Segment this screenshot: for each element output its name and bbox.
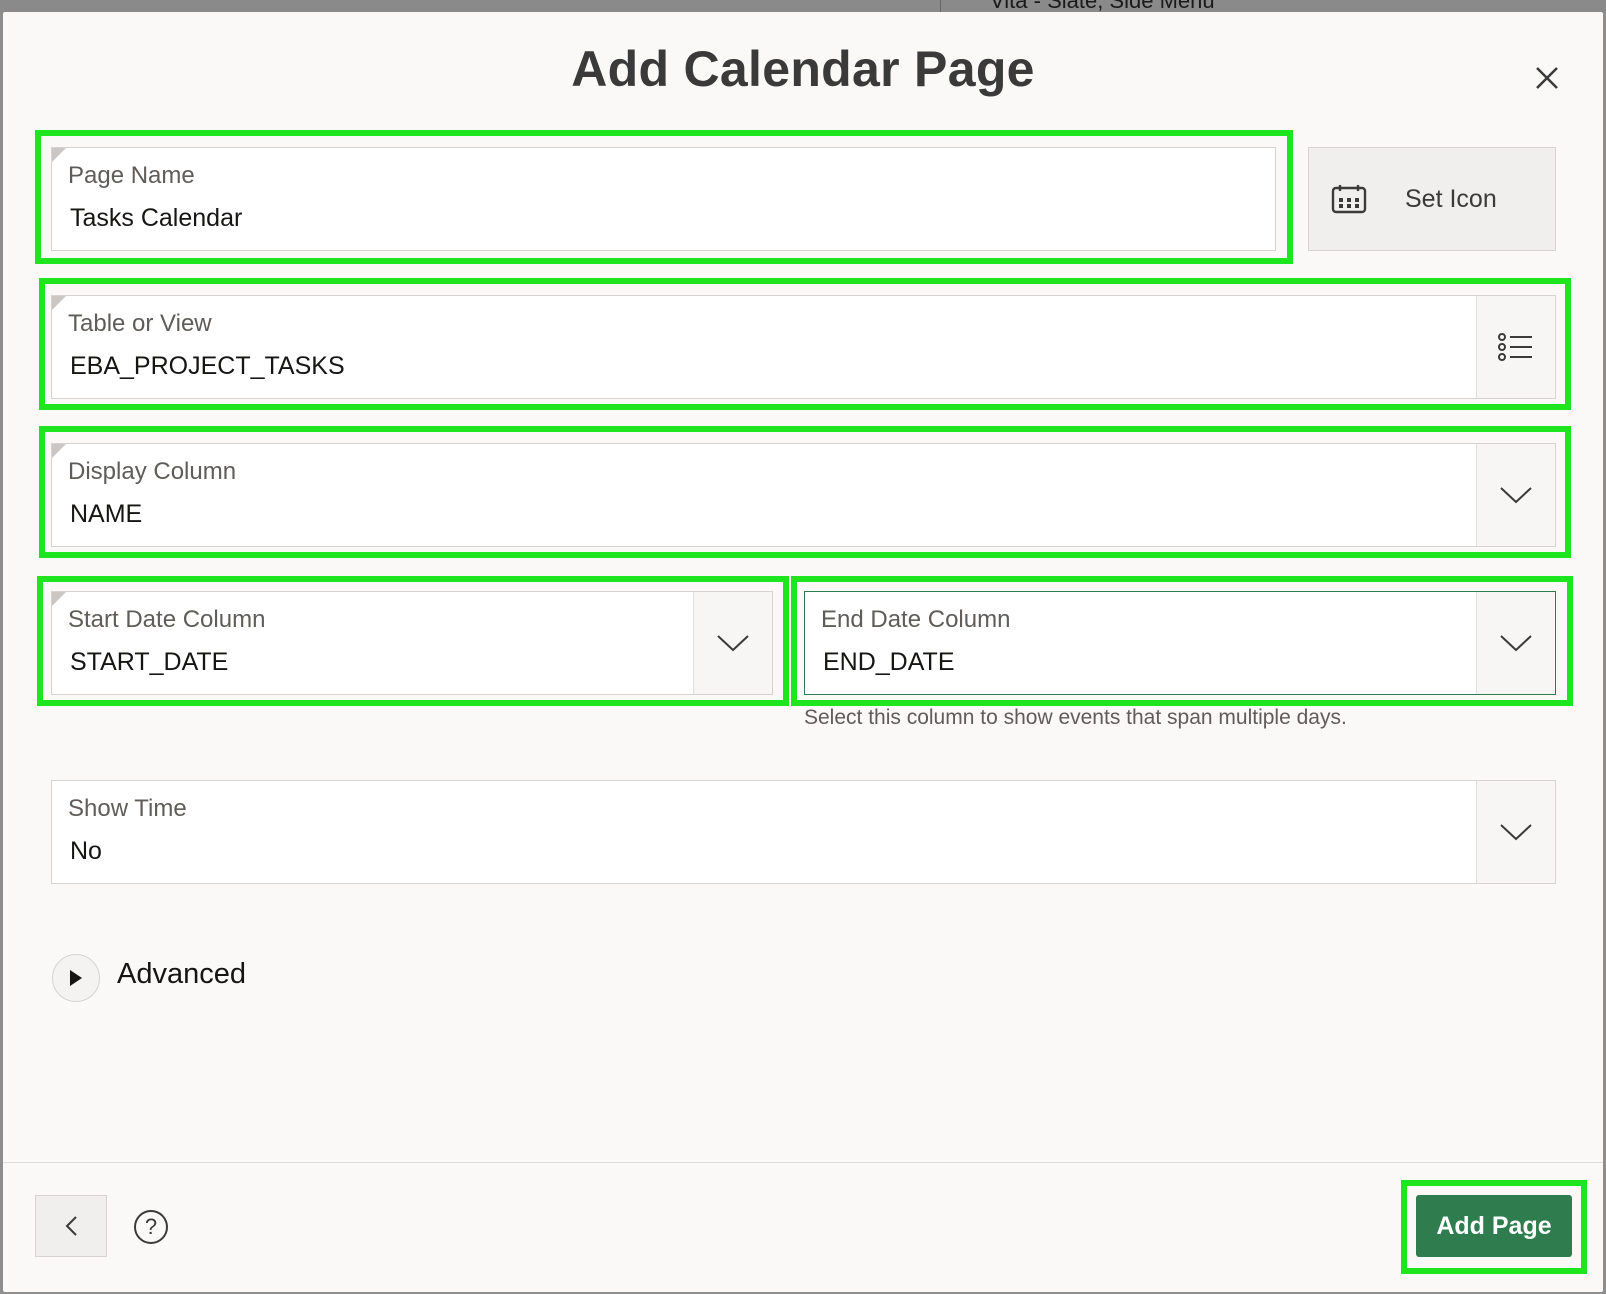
footer-divider	[3, 1162, 1603, 1163]
add-calendar-page-dialog: Add Calendar Page Page Name Tasks Calend…	[3, 12, 1603, 1292]
chevron-down-icon	[1500, 635, 1532, 652]
start-date-column-label: Start Date Column	[68, 606, 266, 633]
end-date-column-select[interactable]: END_DATE	[823, 648, 955, 677]
table-or-view-field[interactable]: Table or View EBA_PROJECT_TASKS	[51, 295, 1556, 399]
show-time-dropdown-button[interactable]	[1476, 781, 1555, 883]
display-column-select[interactable]: NAME	[70, 500, 142, 529]
required-indicator	[52, 444, 66, 458]
help-button[interactable]: ?	[134, 1210, 168, 1244]
end-date-help-text: Select this column to show events that s…	[804, 706, 1347, 729]
list-picker-button[interactable]	[1476, 296, 1555, 398]
end-date-dropdown-button[interactable]	[1476, 592, 1555, 694]
chevron-down-icon	[1500, 824, 1532, 841]
required-indicator	[52, 296, 66, 310]
page-name-input[interactable]: Tasks Calendar	[70, 204, 242, 233]
set-icon-label: Set Icon	[1405, 184, 1497, 213]
end-date-column-field[interactable]: End Date Column END_DATE	[804, 591, 1556, 695]
list-icon	[1498, 333, 1532, 361]
page-name-field[interactable]: Page Name Tasks Calendar	[51, 147, 1276, 251]
add-page-button[interactable]: Add Page	[1416, 1195, 1572, 1257]
close-icon[interactable]	[1533, 64, 1561, 92]
table-or-view-label: Table or View	[68, 310, 212, 337]
show-time-select[interactable]: No	[70, 837, 102, 866]
background-divider	[940, 0, 941, 12]
display-column-field[interactable]: Display Column NAME	[51, 443, 1556, 547]
end-date-column-label: End Date Column	[821, 606, 1011, 633]
play-triangle-icon	[70, 970, 82, 986]
dialog-title: Add Calendar Page	[571, 41, 1035, 97]
background-app	[0, 0, 1606, 12]
page-name-label: Page Name	[68, 162, 195, 189]
chevron-down-icon	[717, 635, 749, 652]
show-time-label: Show Time	[68, 795, 187, 822]
start-date-column-field[interactable]: Start Date Column START_DATE	[51, 591, 773, 695]
advanced-label[interactable]: Advanced	[117, 958, 246, 991]
required-indicator	[52, 148, 66, 162]
back-button[interactable]	[35, 1195, 107, 1257]
chevron-down-icon	[1500, 487, 1532, 504]
start-date-column-select[interactable]: START_DATE	[70, 648, 228, 677]
question-mark-icon: ?	[144, 1214, 158, 1239]
advanced-expand-toggle[interactable]	[52, 954, 100, 1002]
set-icon-button[interactable]: Set Icon	[1308, 147, 1556, 251]
start-date-dropdown-button[interactable]	[693, 592, 772, 694]
display-column-dropdown-button[interactable]	[1476, 444, 1555, 546]
display-column-label: Display Column	[68, 458, 237, 485]
chevron-left-icon	[65, 1216, 77, 1236]
calendar-icon	[1331, 185, 1367, 214]
required-indicator	[52, 592, 66, 606]
show-time-field[interactable]: Show Time No	[51, 780, 1556, 884]
table-or-view-input[interactable]: EBA_PROJECT_TASKS	[70, 352, 345, 381]
